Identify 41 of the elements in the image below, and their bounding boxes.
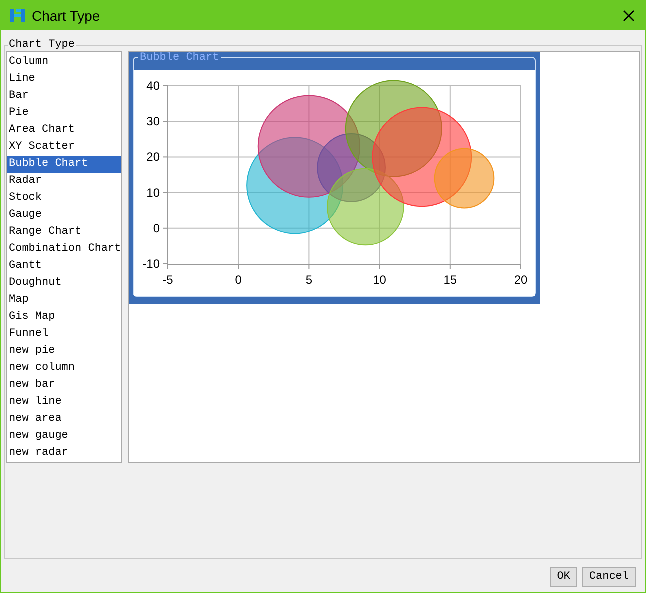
chart-type-item[interactable]: Bar bbox=[7, 88, 121, 105]
y-tick-label: 0 bbox=[153, 221, 160, 236]
chart-type-item[interactable]: Funnel bbox=[7, 326, 121, 343]
x-tick-label: 10 bbox=[373, 273, 386, 287]
chart-type-item[interactable]: Column bbox=[7, 54, 121, 71]
chart-type-item[interactable]: Range Chart bbox=[7, 224, 121, 241]
chart-type-item[interactable]: Radar bbox=[7, 173, 121, 190]
chart-type-item[interactable]: Stock bbox=[7, 190, 121, 207]
x-tick-label: 20 bbox=[514, 273, 528, 287]
chart-type-item[interactable]: new bar bbox=[7, 377, 121, 394]
chart-type-item[interactable]: Line bbox=[7, 71, 121, 88]
y-tick-label: 20 bbox=[146, 150, 160, 164]
x-tick-label: 15 bbox=[444, 273, 458, 287]
group-label: Chart Type bbox=[8, 39, 76, 51]
y-tick-label: 40 bbox=[146, 79, 160, 93]
dialog-button[interactable]: OK bbox=[550, 567, 578, 587]
chart-type-item[interactable]: new radar bbox=[7, 445, 121, 462]
chart-type-item[interactable]: Doughnut bbox=[7, 275, 121, 292]
chart-type-item[interactable]: new area bbox=[7, 411, 121, 428]
chart-type-item[interactable]: Map bbox=[7, 292, 121, 309]
chart-type-item[interactable]: Gis Map bbox=[7, 309, 121, 326]
x-tick-label: 5 bbox=[306, 273, 313, 287]
x-tick-label: 0 bbox=[235, 273, 242, 287]
chart-type-item[interactable]: new line bbox=[7, 394, 121, 411]
chart-type-item[interactable]: Gauge bbox=[7, 207, 121, 224]
chart-type-item[interactable]: XY Scatter bbox=[7, 139, 121, 156]
y-tick-label: -10 bbox=[142, 257, 160, 271]
chart-type-item[interactable]: Area Chart bbox=[7, 122, 121, 139]
chart-type-item[interactable]: Combination Chart bbox=[7, 241, 121, 258]
window-title: Chart Type bbox=[32, 8, 102, 24]
chart-type-item[interactable]: Gantt bbox=[7, 258, 121, 275]
y-tick-label: 30 bbox=[146, 114, 160, 129]
dialog-button[interactable]: Cancel bbox=[582, 567, 636, 587]
chart-type-item[interactable]: new gauge bbox=[7, 428, 121, 445]
chart-type-item[interactable]: new pie bbox=[7, 343, 121, 360]
chart-type-item[interactable]: Bubble Chart bbox=[7, 156, 121, 173]
app-logo-icon bbox=[9, 7, 26, 24]
chart-type-item[interactable]: new column bbox=[7, 360, 121, 377]
y-tick-label: 10 bbox=[146, 186, 160, 200]
x-tick-label: -5 bbox=[162, 273, 174, 287]
chart-type-item[interactable]: Pie bbox=[7, 105, 121, 122]
